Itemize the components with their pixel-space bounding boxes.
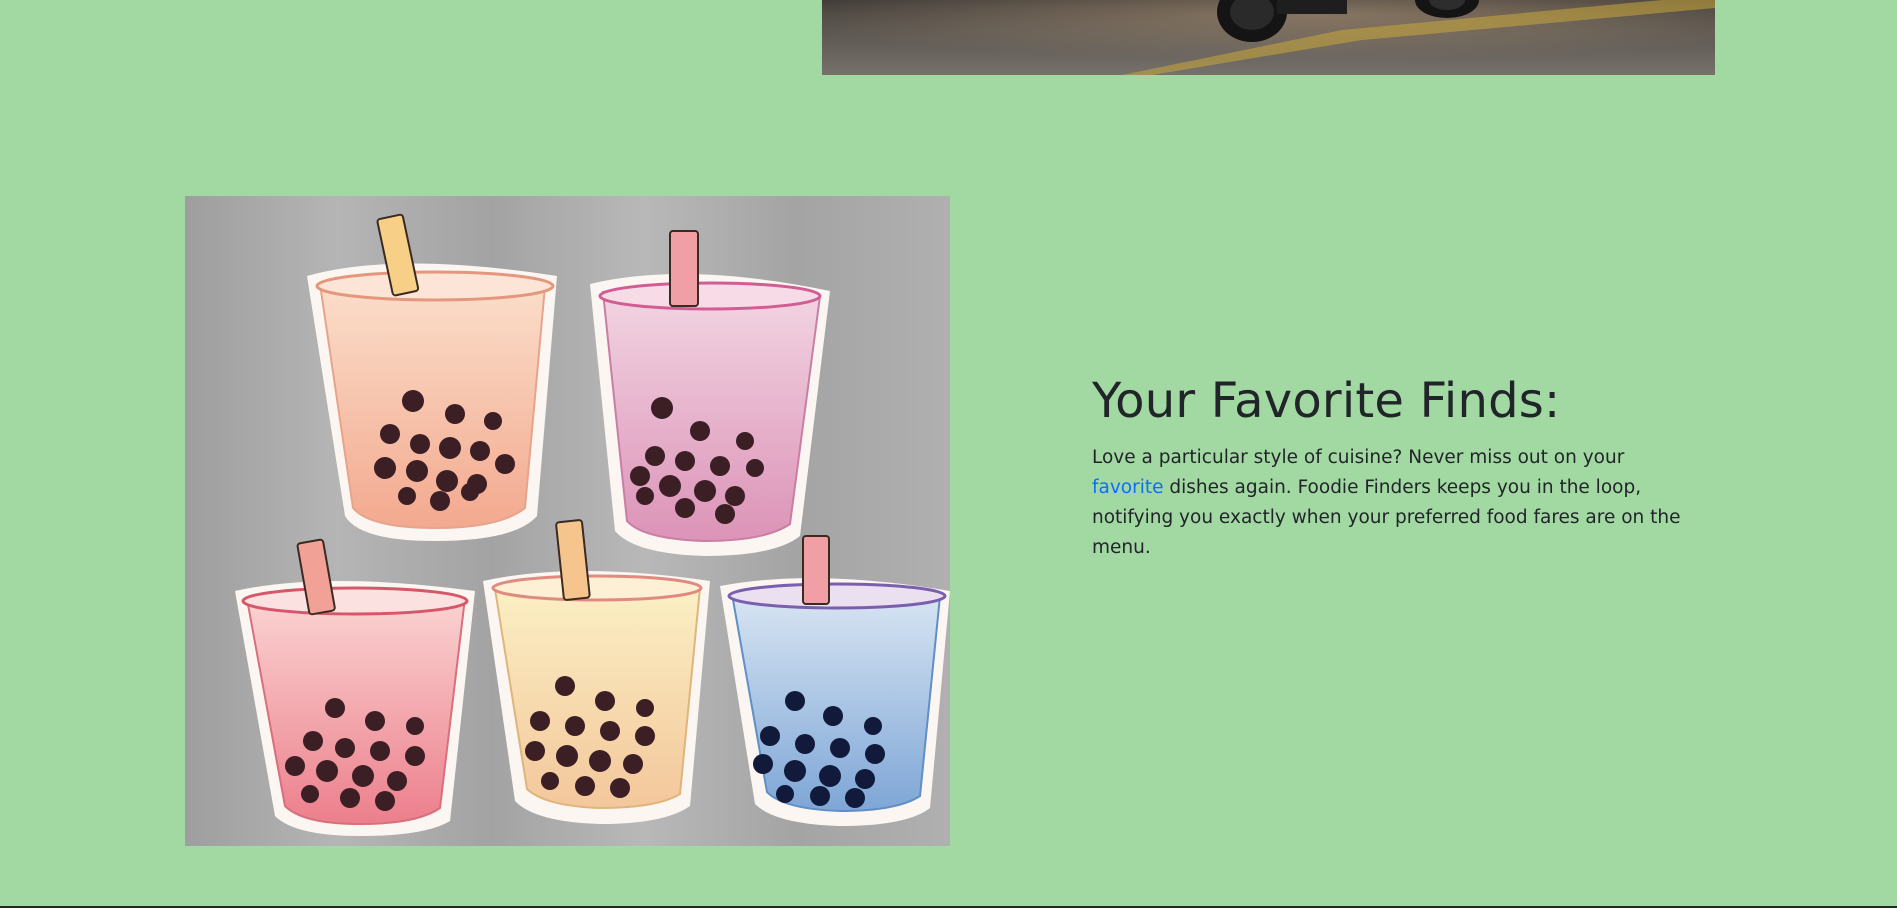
feature-section: Your Favorite Finds: Love a particular s…: [1092, 373, 1682, 563]
feature-description-start: Love a particular style of cuisine? Neve…: [1092, 447, 1625, 469]
favorite-link[interactable]: favorite: [1092, 477, 1164, 498]
scooter-photo: [822, 0, 1715, 75]
feature-title: Your Favorite Finds:: [1092, 373, 1561, 429]
scooter-photo-graphic: [822, 0, 1715, 75]
boba-stickers-photo: [185, 196, 950, 846]
feature-description: Love a particular style of cuisine? Neve…: [1092, 443, 1682, 563]
feature-description-end: dishes again. Foodie Finders keeps you i…: [1092, 477, 1681, 559]
boba-stickers-graphic: [185, 196, 950, 846]
